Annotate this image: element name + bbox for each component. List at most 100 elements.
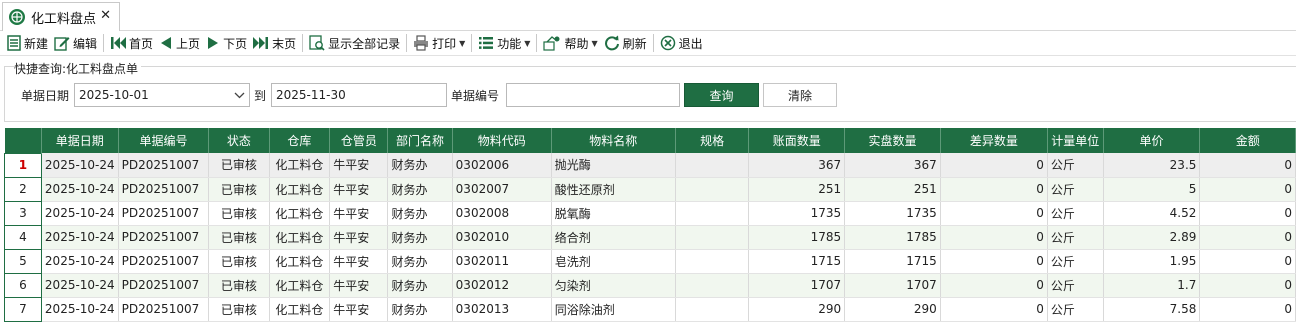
toolbar-divider xyxy=(302,34,304,52)
edit-button[interactable]: 编辑 xyxy=(51,32,100,54)
print-label: 打印 xyxy=(432,36,457,51)
table-cell: 0 xyxy=(940,225,1048,250)
table-row[interactable]: 4 2025-10-24 PD20251007 已审核 化工料仓 牛平安 财务办 030201… xyxy=(4,224,1296,250)
column-header[interactable]: 部门名称 xyxy=(387,128,453,153)
table-row[interactable]: 7 2025-10-24 PD20251007 已审核 化工料仓 牛平安 财务办 030201… xyxy=(4,296,1296,322)
column-header[interactable]: 单据日期 xyxy=(41,128,119,153)
table-cell: 251 xyxy=(844,177,941,202)
list-icon xyxy=(478,36,494,50)
table-cell: 0 xyxy=(940,201,1048,226)
table-cell: 匀染剂 xyxy=(551,273,676,298)
column-header[interactable]: 实盘数量 xyxy=(844,128,941,153)
clear-button[interactable]: 清除 xyxy=(763,83,837,107)
doc-no-input[interactable] xyxy=(506,83,680,107)
table-cell: 化工料仓 xyxy=(269,153,331,178)
table-cell: 公斤 xyxy=(1047,297,1104,322)
table-cell: 0 xyxy=(1199,177,1296,202)
prev-page-button[interactable]: 上页 xyxy=(156,32,203,54)
table-cell: 0302008 xyxy=(452,201,552,226)
column-header[interactable]: 仓库 xyxy=(269,128,331,153)
first-page-icon xyxy=(110,36,127,50)
column-header[interactable]: 计量单位 xyxy=(1047,128,1104,153)
toolbar-divider xyxy=(103,34,105,52)
table-row[interactable]: 5 2025-10-24 PD20251007 已审核 化工料仓 牛平安 财务办 030201… xyxy=(4,248,1296,274)
table-cell: 0302010 xyxy=(452,225,552,250)
table-cell: 已审核 xyxy=(208,249,270,274)
table-cell: 1715 xyxy=(844,249,941,274)
query-button[interactable]: 查询 xyxy=(684,83,759,107)
table-cell: 脱氧酶 xyxy=(551,201,676,226)
exit-label: 退出 xyxy=(678,36,703,51)
column-header[interactable]: 规格 xyxy=(675,128,750,153)
table-cell: PD20251007 xyxy=(118,273,210,298)
grid-body: 1 2025-10-24 PD20251007 已审核 化工料仓 牛平安 财务办 030200… xyxy=(4,152,1296,322)
show-all-records-button[interactable]: 显示全部记录 xyxy=(306,32,403,54)
first-page-label: 首页 xyxy=(129,36,154,51)
table-cell: 化工料仓 xyxy=(269,249,331,274)
table-cell: 公斤 xyxy=(1047,273,1104,298)
column-header[interactable]: 账面数量 xyxy=(748,128,846,153)
table-cell: 财务办 xyxy=(387,249,453,274)
table-cell: 财务办 xyxy=(387,153,453,178)
table-cell: 同浴除油剂 xyxy=(551,297,676,322)
table-cell: 0 xyxy=(1199,297,1296,322)
last-page-label: 末页 xyxy=(272,36,297,51)
date-to-field[interactable]: 2025-11-30 xyxy=(271,83,447,107)
table-cell: 4.52 xyxy=(1103,201,1201,226)
functions-button[interactable]: 功能 ▼ xyxy=(475,32,533,54)
table-cell: 2025-10-24 xyxy=(41,177,119,202)
quick-search-title: 快捷查询:化工料盘点单 xyxy=(14,60,142,77)
column-header[interactable]: 物料代码 xyxy=(452,128,552,153)
last-page-button[interactable]: 末页 xyxy=(250,32,299,54)
functions-label: 功能 xyxy=(497,36,522,51)
globe-icon xyxy=(9,9,25,25)
print-button[interactable]: 打印 ▼ xyxy=(410,32,468,54)
column-header[interactable]: 仓管员 xyxy=(329,128,389,153)
row-number-cell: 4 xyxy=(4,224,42,250)
table-cell: PD20251007 xyxy=(118,249,210,274)
column-header[interactable]: 物料名称 xyxy=(551,128,676,153)
grid-header-row: 单据日期 单据编号 状态 仓库 仓管员 部门名称 物料代码 物料名称 规格 账面数量 实盘数量 差异数… xyxy=(4,128,1296,153)
exit-button[interactable]: 退出 xyxy=(657,32,706,54)
tab-chemical-inventory[interactable]: 化工料盘点 ✕ xyxy=(2,2,120,31)
refresh-button[interactable]: 刷新 xyxy=(601,32,650,54)
date-from-field[interactable]: 2025-10-01 xyxy=(74,83,250,107)
next-page-label: 下页 xyxy=(223,36,248,51)
table-cell: 财务办 xyxy=(387,225,453,250)
help-button[interactable]: 帮助 ▼ xyxy=(540,32,600,54)
new-document-icon xyxy=(7,35,21,51)
inventory-grid: 单据日期 单据编号 状态 仓库 仓管员 部门名称 物料代码 物料名称 规格 账面数量 实盘数量 差异数… xyxy=(4,128,1296,322)
row-number-cell: 7 xyxy=(4,296,42,322)
new-button[interactable]: 新建 xyxy=(4,32,51,54)
first-page-button[interactable]: 首页 xyxy=(107,32,156,54)
table-cell: 1735 xyxy=(748,201,846,226)
table-row[interactable]: 3 2025-10-24 PD20251007 已审核 化工料仓 牛平安 财务办 030200… xyxy=(4,200,1296,226)
table-cell: 1715 xyxy=(748,249,846,274)
column-header[interactable]: 差异数量 xyxy=(940,128,1048,153)
table-cell: 1.95 xyxy=(1103,249,1201,274)
table-cell: 化工料仓 xyxy=(269,225,331,250)
table-cell: 财务办 xyxy=(387,297,453,322)
toolbar-divider xyxy=(471,34,473,52)
close-tab-icon[interactable]: ✕ xyxy=(100,8,111,23)
toolbar-divider xyxy=(652,34,654,52)
row-number-header xyxy=(4,128,42,153)
column-header[interactable]: 单价 xyxy=(1103,128,1201,153)
column-header[interactable]: 单据编号 xyxy=(118,128,210,153)
next-page-icon xyxy=(206,36,220,50)
next-page-button[interactable]: 下页 xyxy=(203,32,250,54)
table-row[interactable]: 6 2025-10-24 PD20251007 已审核 化工料仓 牛平安 财务办 030201… xyxy=(4,272,1296,298)
table-cell: 公斤 xyxy=(1047,177,1104,202)
table-cell: 络合剂 xyxy=(551,225,676,250)
table-cell: 牛平安 xyxy=(329,297,389,322)
table-cell xyxy=(675,297,750,322)
column-header[interactable]: 金额 xyxy=(1199,128,1296,153)
table-cell: 290 xyxy=(748,297,846,322)
table-cell: 化工料仓 xyxy=(269,201,331,226)
table-cell: 0 xyxy=(1199,225,1296,250)
column-header[interactable]: 状态 xyxy=(208,128,270,153)
table-row[interactable]: 1 2025-10-24 PD20251007 已审核 化工料仓 牛平安 财务办 030200… xyxy=(4,152,1296,178)
table-row[interactable]: 2 2025-10-24 PD20251007 已审核 化工料仓 牛平安 财务办 030200… xyxy=(4,176,1296,202)
table-cell: 0 xyxy=(940,273,1048,298)
exit-icon xyxy=(660,35,676,51)
